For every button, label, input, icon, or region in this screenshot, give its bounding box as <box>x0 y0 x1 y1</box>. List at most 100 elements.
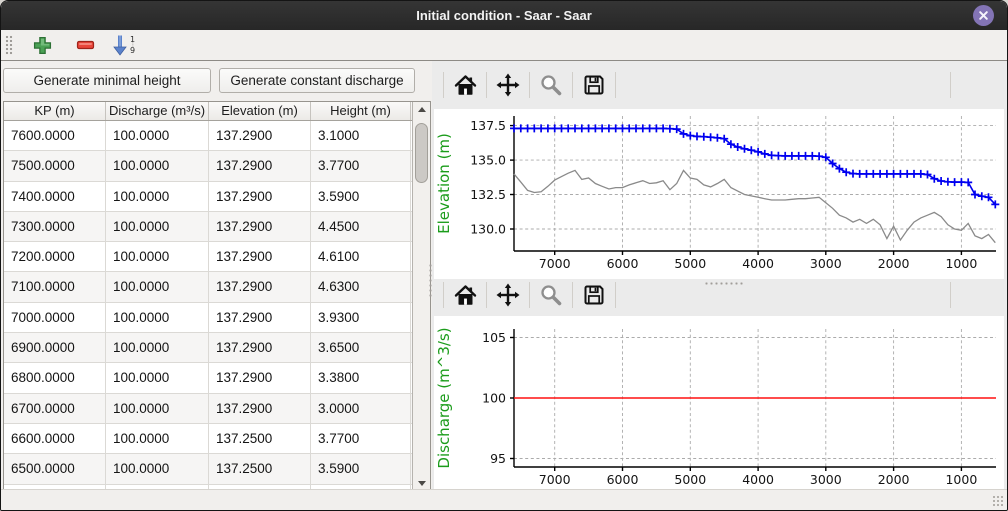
table-cell[interactable]: 100.0000 <box>106 333 209 362</box>
table-cell[interactable]: 3.3800 <box>311 363 411 392</box>
svg-text:Discharge (m^3/s): Discharge (m^3/s) <box>435 327 453 468</box>
table-cell[interactable]: 100.0000 <box>106 242 209 271</box>
table-cell[interactable]: 3.5900 <box>311 454 411 483</box>
table-row: 7300.0000100.0000137.29004.4500 <box>4 212 430 242</box>
table-cell[interactable]: 100.0000 <box>106 272 209 301</box>
table-cell[interactable]: 4.4500 <box>311 212 411 241</box>
table-cell[interactable]: 6600.0000 <box>4 424 106 453</box>
table-row: 7100.0000100.0000137.29004.6300 <box>4 272 430 302</box>
table-cell[interactable]: 7100.0000 <box>4 272 106 301</box>
arrow-down-icon <box>418 481 426 486</box>
table-cell[interactable]: 6800.0000 <box>4 363 106 392</box>
zoom-icon <box>539 283 563 307</box>
table-cell[interactable]: 4.6100 <box>311 242 411 271</box>
svg-text:130.0: 130.0 <box>470 222 506 237</box>
table-cell[interactable]: 100.0000 <box>106 212 209 241</box>
table-cell[interactable]: 100.0000 <box>106 121 209 150</box>
table-cell[interactable]: 3.9300 <box>311 303 411 332</box>
column-header[interactable]: Elevation (m) <box>209 102 311 120</box>
svg-text:137.5: 137.5 <box>470 118 506 133</box>
column-header[interactable]: Discharge (m³/s) <box>106 102 209 120</box>
table-cell[interactable]: 100.0000 <box>106 363 209 392</box>
table-cell[interactable]: 3.6500 <box>311 333 411 362</box>
table-row: 6600.0000100.0000137.25003.7700 <box>4 424 430 454</box>
table-cell[interactable]: 3.0000 <box>311 394 411 423</box>
home-button[interactable] <box>449 70 481 100</box>
table-cell[interactable]: 137.2900 <box>209 303 311 332</box>
zoom-button[interactable] <box>535 280 567 310</box>
svg-text:7000: 7000 <box>539 472 571 487</box>
scroll-up-button[interactable] <box>413 102 430 117</box>
table-cell[interactable]: 137.2900 <box>209 394 311 423</box>
generate-minimal-height-button[interactable]: Generate minimal height <box>3 68 211 93</box>
svg-text:2000: 2000 <box>878 256 910 271</box>
titlebar[interactable]: Initial condition - Saar - Saar <box>1 1 1007 30</box>
table-cell[interactable]: 7500.0000 <box>4 151 106 180</box>
save-icon <box>582 73 606 97</box>
table-row: 7500.0000100.0000137.29003.7700 <box>4 151 430 181</box>
discharge-chart[interactable]: 700060005000400030002000100095100105Disc… <box>434 316 1004 491</box>
table-cell[interactable]: 6900.0000 <box>4 333 106 362</box>
add-icon <box>33 36 52 55</box>
svg-text:5000: 5000 <box>674 472 706 487</box>
table-cell[interactable]: 100.0000 <box>106 303 209 332</box>
table-cell[interactable]: 7300.0000 <box>4 212 106 241</box>
table-cell[interactable]: 137.2500 <box>209 454 311 483</box>
home-button[interactable] <box>449 280 481 310</box>
zoom-button[interactable] <box>535 70 567 100</box>
table-cell[interactable]: 6700.0000 <box>4 394 106 423</box>
table-cell[interactable]: 137.2900 <box>209 272 311 301</box>
table-cell[interactable]: 3.5900 <box>311 182 411 211</box>
table-cell[interactable]: 137.2900 <box>209 182 311 211</box>
add-row-button[interactable] <box>27 32 57 58</box>
table-row: 6900.0000100.0000137.29003.6500 <box>4 333 430 363</box>
sort-digit-last: 9 <box>130 47 136 54</box>
initial-condition-table: KP (m)Discharge (m³/s)Elevation (m)Heigh… <box>3 101 431 492</box>
table-cell[interactable]: 137.2900 <box>209 333 311 362</box>
svg-text:4000: 4000 <box>742 256 774 271</box>
save-icon <box>582 283 606 307</box>
table-cell[interactable]: 137.2900 <box>209 363 311 392</box>
table-cell[interactable]: 137.2900 <box>209 212 311 241</box>
table-cell[interactable]: 137.2900 <box>209 121 311 150</box>
table-cell[interactable]: 100.0000 <box>106 454 209 483</box>
table-cell[interactable]: 7200.0000 <box>4 242 106 271</box>
elevation-chart[interactable]: 7000600050004000300020001000130.0132.513… <box>434 109 1004 279</box>
svg-text:7000: 7000 <box>539 256 571 271</box>
table-cell[interactable]: 137.2500 <box>209 424 311 453</box>
sort-ascending-icon <box>113 34 129 56</box>
pan-button[interactable] <box>492 280 524 310</box>
table-cell[interactable]: 137.2900 <box>209 242 311 271</box>
close-button[interactable] <box>973 5 994 26</box>
table-row: 6800.0000100.0000137.29003.3800 <box>4 363 430 393</box>
table-cell[interactable]: 100.0000 <box>106 151 209 180</box>
table-cell[interactable]: 100.0000 <box>106 394 209 423</box>
table-cell[interactable]: 3.1000 <box>311 121 411 150</box>
chart-splitter-handle[interactable] <box>704 281 744 286</box>
home-icon <box>453 73 478 97</box>
table-cell[interactable]: 7600.0000 <box>4 121 106 150</box>
table-cell[interactable]: 3.7700 <box>311 424 411 453</box>
table-cell[interactable]: 6500.0000 <box>4 454 106 483</box>
remove-row-button[interactable] <box>71 32 101 58</box>
table-cell[interactable]: 4.6300 <box>311 272 411 301</box>
table-cell[interactable]: 100.0000 <box>106 182 209 211</box>
save-button[interactable] <box>578 280 610 310</box>
table-cell[interactable]: 137.2900 <box>209 151 311 180</box>
table-cell[interactable]: 7000.0000 <box>4 303 106 332</box>
generate-constant-discharge-button[interactable]: Generate constant discharge <box>219 68 415 93</box>
column-header[interactable]: KP (m) <box>4 102 106 120</box>
table-cell[interactable]: 7400.0000 <box>4 182 106 211</box>
svg-text:100: 100 <box>482 391 506 406</box>
scrollbar-thumb[interactable] <box>415 123 428 183</box>
table-cell[interactable]: 100.0000 <box>106 424 209 453</box>
table-row: 6700.0000100.0000137.29003.0000 <box>4 394 430 424</box>
column-header[interactable]: Height (m) <box>311 102 411 120</box>
pan-button[interactable] <box>492 70 524 100</box>
save-button[interactable] <box>578 70 610 100</box>
resize-grip[interactable] <box>992 495 1004 507</box>
close-icon <box>973 5 994 26</box>
table-cell[interactable]: 3.7700 <box>311 151 411 180</box>
sort-rows-button[interactable]: 1 ⋮ 9 <box>113 34 136 56</box>
toolbar-drag-handle[interactable] <box>5 35 13 55</box>
